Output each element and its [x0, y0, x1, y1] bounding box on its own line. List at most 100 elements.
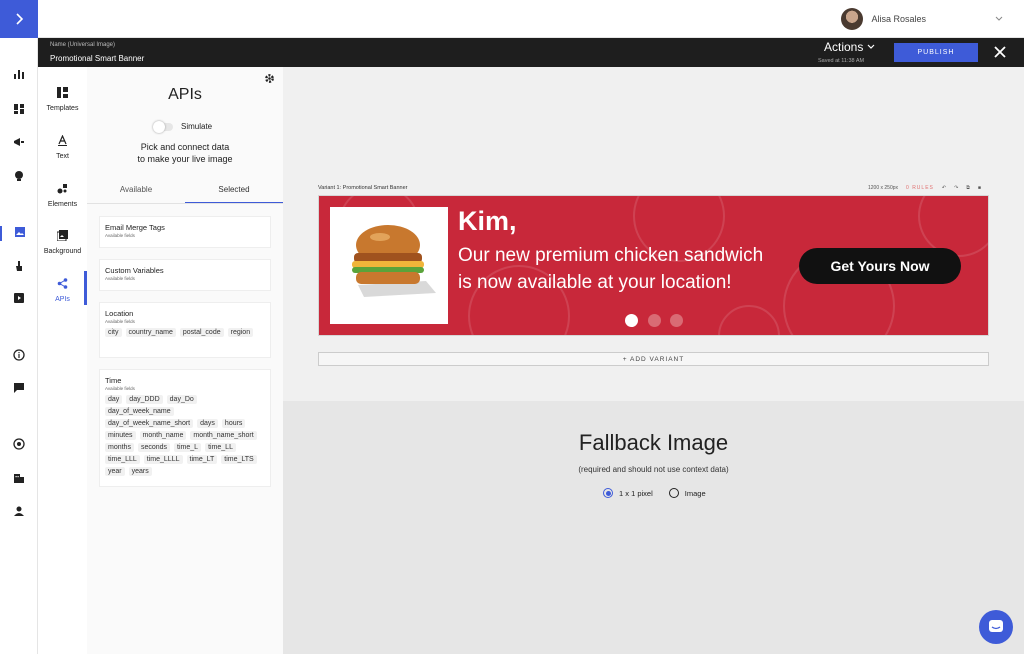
- carousel-dot[interactable]: [670, 314, 683, 327]
- field-chip[interactable]: days: [197, 419, 218, 428]
- settings-button[interactable]: [264, 73, 275, 87]
- field-chip[interactable]: seconds: [137, 443, 171, 452]
- close-button[interactable]: [993, 41, 1007, 64]
- field-chip[interactable]: time_LLLL: [143, 455, 183, 464]
- building-icon[interactable]: [0, 472, 38, 487]
- field-chip[interactable]: hours: [221, 419, 246, 428]
- tool-background[interactable]: Background: [38, 230, 87, 255]
- card-time[interactable]: Time Available fields day day_DDD day_Do…: [99, 369, 271, 487]
- tab-divider: [87, 203, 283, 204]
- touch-icon[interactable]: [0, 260, 38, 275]
- user-menu[interactable]: Alisa Rosales: [841, 8, 1004, 30]
- variant-toolbar: 1200 x 250px 0 RULES ↶ ↷ ⧉ ■: [868, 185, 981, 191]
- field-chip[interactable]: country_name: [125, 328, 176, 337]
- tool-elements[interactable]: Elements: [38, 183, 87, 208]
- card-custom-variables[interactable]: Custom Variables Available fields: [99, 259, 271, 291]
- redo-icon[interactable]: ↷: [954, 185, 958, 191]
- elements-icon: [38, 183, 87, 197]
- card-subtitle: Available fields: [105, 386, 135, 391]
- field-chip[interactable]: years: [128, 467, 152, 476]
- person-icon[interactable]: [0, 505, 38, 520]
- burger-illustration: [352, 225, 436, 297]
- field-chip[interactable]: postal_code: [179, 328, 224, 337]
- tool-label: Background: [43, 248, 82, 255]
- support-chat-button[interactable]: [979, 610, 1013, 644]
- field-chip[interactable]: time_LTS: [221, 455, 257, 464]
- dashboard-icon[interactable]: [0, 103, 38, 118]
- banner-preview[interactable]: Kim, Our new premium chicken sandwich is…: [318, 195, 989, 336]
- toggle-switch[interactable]: [153, 120, 173, 133]
- field-chip[interactable]: day_DDD: [126, 395, 163, 404]
- tab-selected[interactable]: Selected: [185, 185, 283, 194]
- delete-icon[interactable]: ■: [978, 185, 981, 191]
- field-chip[interactable]: time_LT: [186, 455, 218, 464]
- field-chip[interactable]: time_LL: [205, 443, 236, 452]
- field-chip[interactable]: day_Do: [166, 395, 197, 404]
- fallback-subtitle: (required and should not use context dat…: [578, 465, 729, 474]
- chat-bubble-icon: [989, 620, 1003, 632]
- gear-icon: [265, 74, 274, 83]
- carousel-dot-active[interactable]: [625, 314, 638, 327]
- field-chips: day day_DDD day_Do day_of_week_name day_…: [105, 395, 265, 476]
- field-chip[interactable]: month_name_short: [190, 431, 257, 440]
- field-chip[interactable]: year: [105, 467, 125, 476]
- field-chip[interactable]: minutes: [105, 431, 136, 440]
- tool-templates[interactable]: Templates: [38, 87, 87, 112]
- document-name-label: Name (Universal Image): [50, 42, 116, 48]
- actions-menu[interactable]: Actions: [824, 40, 875, 54]
- target-icon[interactable]: [0, 438, 38, 453]
- tab-available[interactable]: Available: [87, 185, 185, 194]
- banner-cta-button[interactable]: Get Yours Now: [799, 248, 961, 284]
- share-icon: [38, 278, 87, 292]
- field-chip[interactable]: day_of_week_name_short: [105, 419, 194, 428]
- card-title: Time: [105, 376, 122, 385]
- card-location[interactable]: Location Available fields city country_n…: [99, 302, 271, 358]
- panel-instructions: Pick and connect data to make your live …: [87, 141, 283, 165]
- field-chip[interactable]: time_LLL: [105, 455, 140, 464]
- radio-image[interactable]: [668, 488, 679, 498]
- lightbulb-icon[interactable]: [0, 170, 38, 185]
- copy-icon[interactable]: ⧉: [966, 185, 970, 191]
- tool-text[interactable]: Text: [38, 134, 87, 160]
- publish-button[interactable]: PUBLISH: [894, 43, 978, 62]
- field-chip[interactable]: city: [105, 328, 122, 337]
- field-chip[interactable]: time_L: [174, 443, 202, 452]
- rules-link[interactable]: 0 RULES: [906, 185, 934, 191]
- instruction-line-1: Pick and connect data: [140, 142, 230, 152]
- card-title: Email Merge Tags: [105, 223, 165, 232]
- card-title: Custom Variables: [105, 266, 164, 275]
- fallback-options: 1 x 1 pixel Image: [603, 488, 706, 498]
- variant-label: Variant 1: Promotional Smart Banner: [318, 185, 407, 191]
- field-chip[interactable]: months: [105, 443, 134, 452]
- image-icon[interactable]: [0, 226, 38, 241]
- document-name[interactable]: Promotional Smart Banner: [50, 54, 144, 63]
- user-name: Alisa Rosales: [871, 14, 926, 24]
- field-chip[interactable]: month_name: [139, 431, 187, 440]
- tool-apis[interactable]: APIs: [38, 278, 87, 303]
- analytics-icon[interactable]: [0, 68, 38, 83]
- radio-pixel[interactable]: [603, 488, 613, 498]
- field-chip[interactable]: day: [105, 395, 123, 404]
- video-icon[interactable]: [0, 292, 38, 307]
- card-subtitle: Available fields: [105, 233, 135, 238]
- close-icon: [994, 46, 1006, 58]
- carousel-dot[interactable]: [648, 314, 661, 327]
- option-label: 1 x 1 pixel: [619, 488, 653, 498]
- field-chip[interactable]: region: [227, 328, 254, 337]
- chat-icon[interactable]: [0, 382, 38, 397]
- undo-icon[interactable]: ↶: [942, 185, 946, 191]
- tool-label: Templates: [46, 105, 79, 112]
- panel-title: APIs: [168, 86, 202, 103]
- actions-label: Actions: [824, 40, 864, 54]
- add-variant-button[interactable]: + ADD VARIANT: [318, 352, 989, 366]
- instruction-line-2: to make your live image: [137, 154, 233, 164]
- expand-sidebar-button[interactable]: [0, 0, 38, 38]
- banner-name: Kim,: [458, 206, 517, 236]
- card-email-merge-tags[interactable]: Email Merge Tags Available fields: [99, 216, 271, 248]
- simulate-toggle[interactable]: Simulate: [153, 120, 212, 133]
- info-icon[interactable]: [0, 349, 38, 364]
- field-chips: city country_name postal_code region: [105, 328, 265, 337]
- campaign-icon[interactable]: [0, 136, 38, 151]
- field-chip[interactable]: day_of_week_name: [105, 407, 174, 416]
- left-nav: [0, 38, 38, 654]
